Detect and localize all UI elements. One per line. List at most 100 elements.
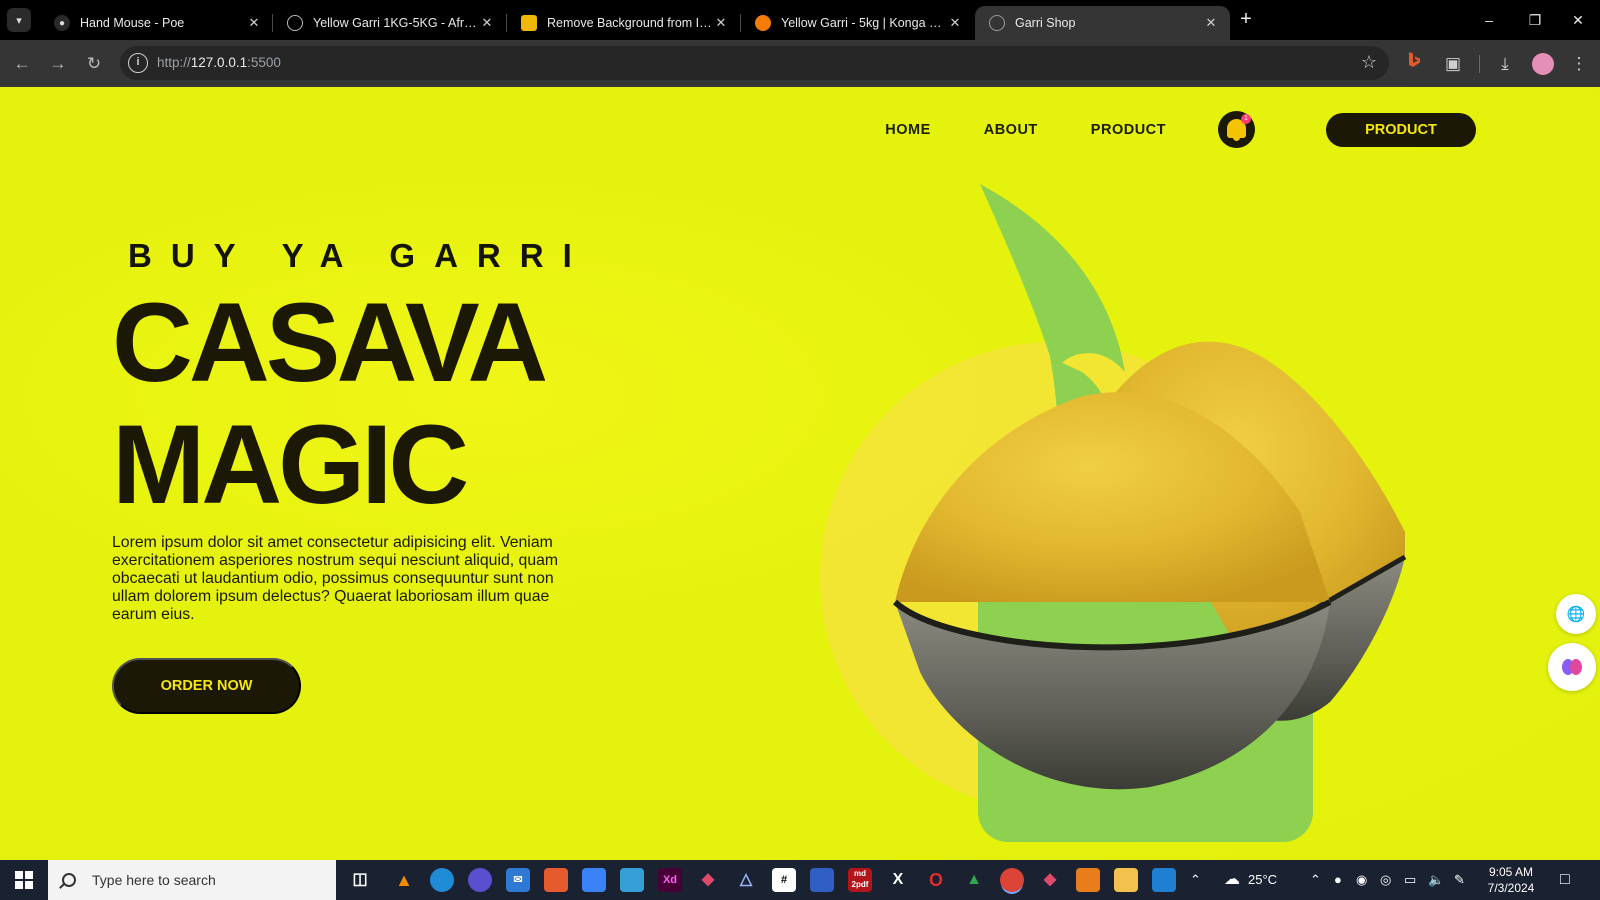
nav-product[interactable]: PRODUCT bbox=[1091, 122, 1166, 138]
url-port: :5500 bbox=[247, 55, 281, 70]
pen-icon[interactable]: ✎ bbox=[1454, 860, 1465, 900]
adobe-xd-icon[interactable]: Xd bbox=[658, 868, 682, 892]
globe-icon bbox=[287, 15, 303, 31]
garri-bowl-image bbox=[820, 184, 1407, 842]
translate-icon[interactable]: 🌐 bbox=[1556, 594, 1596, 634]
reload-icon[interactable]: ↻ bbox=[80, 50, 108, 78]
clock-time: 9:05 AM bbox=[1488, 865, 1534, 879]
nav-about[interactable]: ABOUT bbox=[984, 122, 1038, 138]
x-twitter-icon[interactable]: X bbox=[886, 868, 910, 892]
chrome-icon[interactable] bbox=[1000, 868, 1024, 892]
clock-date: 7/3/2024 bbox=[1487, 881, 1535, 895]
battery-icon[interactable]: ▭ bbox=[1404, 860, 1416, 900]
product-button[interactable]: PRODUCT bbox=[1326, 112, 1476, 147]
app-icon[interactable] bbox=[620, 868, 644, 892]
show-hidden-icons[interactable]: ⌃ bbox=[1310, 860, 1321, 900]
more-menu-icon[interactable]: ⋮ bbox=[1566, 51, 1592, 77]
restore-icon[interactable]: ❐ bbox=[1512, 6, 1558, 34]
hero-headline: CASAVA MAGIC bbox=[112, 282, 672, 526]
tab-konga[interactable]: Yellow Garri - 5kg | Konga Onlin ✕ bbox=[741, 6, 974, 40]
volume-icon[interactable]: 🔈 bbox=[1428, 860, 1444, 900]
back-icon[interactable]: ← bbox=[8, 50, 36, 78]
teams-icon[interactable] bbox=[810, 868, 834, 892]
network-globe-icon[interactable]: ◎ bbox=[1380, 860, 1391, 900]
tab-hand-mouse[interactable]: ● Hand Mouse - Poe ✕ bbox=[40, 6, 273, 40]
git-gui-icon[interactable]: ◆ bbox=[1038, 868, 1062, 892]
close-icon[interactable]: ✕ bbox=[712, 15, 730, 31]
tab-garri-shop[interactable]: Garri Shop ✕ bbox=[975, 6, 1230, 40]
opera-icon[interactable]: O bbox=[924, 868, 948, 892]
tab-title: Remove Background from Imag bbox=[547, 16, 712, 30]
toolbar-divider bbox=[1479, 55, 1480, 73]
taskbar-search-input[interactable]: Type here to search bbox=[48, 860, 336, 900]
url-text[interactable]: http://127.0.0.1:5500 bbox=[157, 55, 281, 70]
virtualbox-icon[interactable]: △ bbox=[734, 868, 758, 892]
vlc-icon[interactable]: ▲ bbox=[392, 868, 416, 892]
close-icon[interactable]: ✕ bbox=[478, 15, 496, 31]
minimize-icon[interactable]: – bbox=[1466, 6, 1512, 34]
site-info-icon[interactable]: i bbox=[128, 53, 148, 73]
search-icon bbox=[62, 873, 76, 887]
extensions-puzzle-icon[interactable]: ▣ bbox=[1440, 51, 1466, 77]
tab-yellow-garri-african[interactable]: Yellow Garri 1KG-5KG - African ✕ bbox=[273, 6, 506, 40]
bing-extension-icon[interactable] bbox=[1401, 51, 1427, 77]
tab-title: Yellow Garri - 5kg | Konga Onlin bbox=[781, 16, 946, 30]
xampp-icon[interactable] bbox=[1076, 868, 1100, 892]
browser-toolbar: ← → ↻ i http://127.0.0.1:5500 ☆ ▣ ⤓ ⋮ bbox=[0, 40, 1600, 87]
windows-taskbar: Type here to search ◫ ▲ ✉ Xd ◆ △ # md 2pd… bbox=[0, 860, 1600, 900]
site-nav: HOME ABOUT PRODUCT 1 PRODUCT bbox=[885, 111, 1476, 148]
mail-icon[interactable]: ✉ bbox=[506, 868, 530, 892]
store-icon[interactable] bbox=[582, 868, 606, 892]
poe-favicon-icon: ● bbox=[54, 15, 70, 31]
leaf-shape bbox=[980, 184, 1125, 372]
profile-avatar[interactable] bbox=[1530, 51, 1556, 77]
close-icon[interactable]: ✕ bbox=[245, 15, 263, 31]
search-placeholder: Type here to search bbox=[92, 872, 216, 888]
url-scheme: http:// bbox=[157, 55, 191, 70]
weather-temp[interactable]: 25°C bbox=[1248, 860, 1277, 900]
address-bar[interactable]: i http://127.0.0.1:5500 ☆ bbox=[120, 46, 1389, 80]
weather-cloud-icon[interactable]: ☁ bbox=[1224, 860, 1240, 900]
order-now-button[interactable]: ORDER NOW bbox=[112, 658, 301, 714]
system-clock[interactable]: 9:05 AM 7/3/2024 bbox=[1478, 864, 1544, 896]
notifications-icon[interactable]: □ bbox=[1560, 860, 1570, 900]
postman-icon[interactable] bbox=[544, 868, 568, 892]
git-icon[interactable]: ◆ bbox=[696, 868, 720, 892]
google-drive-icon[interactable]: ▲ bbox=[962, 868, 986, 892]
forward-icon[interactable]: → bbox=[44, 50, 72, 78]
headline-line-1: CASAVA bbox=[112, 280, 548, 405]
konga-favicon-icon bbox=[755, 15, 771, 31]
nav-home[interactable]: HOME bbox=[885, 122, 931, 138]
tor-browser-icon[interactable] bbox=[468, 868, 492, 892]
tab-remove-background[interactable]: Remove Background from Imag ✕ bbox=[507, 6, 740, 40]
tab-title: Yellow Garri 1KG-5KG - African bbox=[313, 16, 478, 30]
hero-description: Lorem ipsum dolor sit amet consectetur a… bbox=[112, 534, 559, 623]
file-explorer-icon[interactable] bbox=[1114, 868, 1138, 892]
brain-assistant-icon[interactable] bbox=[1548, 643, 1596, 691]
microphone-icon[interactable]: ● bbox=[1334, 860, 1342, 900]
browser-tab-strip: ▾ ● Hand Mouse - Poe ✕ Yellow Garri 1KG-… bbox=[0, 0, 1600, 40]
notification-bell-icon[interactable]: 1 bbox=[1218, 111, 1255, 148]
tab-title: Garri Shop bbox=[1015, 16, 1076, 30]
camera-icon[interactable]: ◉ bbox=[1356, 860, 1367, 900]
notification-badge: 1 bbox=[1241, 114, 1251, 124]
edge-icon[interactable] bbox=[430, 868, 454, 892]
tab-search-menu-icon[interactable]: ▾ bbox=[7, 8, 31, 32]
bell-clapper bbox=[1233, 137, 1240, 141]
remove-bg-favicon-icon bbox=[521, 15, 537, 31]
download-icon[interactable]: ⤓ bbox=[1492, 51, 1518, 77]
md2pdf-icon[interactable]: md 2pdf bbox=[848, 868, 872, 892]
hero-text: BUY YA GARRI CASAVA MAGIC Lorem ipsum do… bbox=[112, 237, 672, 714]
vscode-icon[interactable] bbox=[1152, 868, 1176, 892]
tray-overflow-icon[interactable]: ⌃ bbox=[1190, 860, 1201, 900]
bookmark-star-icon[interactable]: ☆ bbox=[1361, 52, 1377, 73]
url-host: 127.0.0.1 bbox=[190, 55, 248, 70]
window-close-icon[interactable]: ✕ bbox=[1558, 6, 1598, 34]
close-icon[interactable]: ✕ bbox=[946, 15, 964, 31]
windows-start-icon[interactable] bbox=[0, 860, 48, 900]
task-view-icon[interactable]: ◫ bbox=[348, 868, 372, 892]
new-tab-icon[interactable]: + bbox=[1234, 8, 1258, 32]
close-icon[interactable]: ✕ bbox=[1202, 15, 1220, 31]
tab-title: Hand Mouse - Poe bbox=[80, 16, 185, 30]
slack-icon[interactable]: # bbox=[772, 868, 796, 892]
